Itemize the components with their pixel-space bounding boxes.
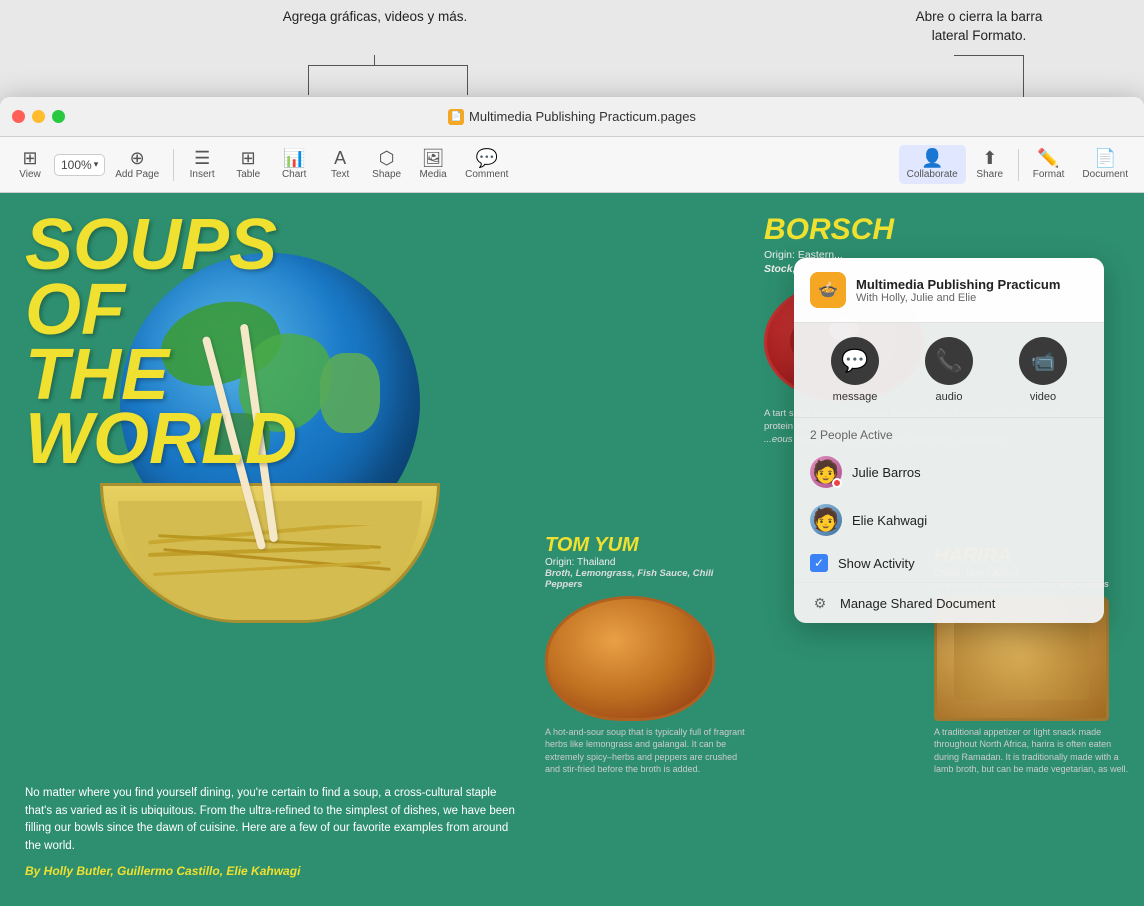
manage-doc-icon: ⚙ (810, 593, 830, 613)
shape-button[interactable]: ⬡ Shape (364, 145, 409, 184)
format-icon: ✏️ (1037, 149, 1059, 167)
minimize-button[interactable] (32, 110, 45, 123)
phone-icon: 📞 (935, 348, 962, 374)
show-activity-checkbox[interactable]: ✓ (810, 554, 828, 572)
popup-header: 🍲 Multimedia Publishing Practicum With H… (794, 258, 1104, 323)
share-icon: ⬆ (982, 149, 997, 167)
table-icon: ⊞ (241, 149, 256, 167)
main-title: SOUPS OF THE WORLD (25, 213, 297, 472)
audio-icon-circle: 📞 (925, 337, 973, 385)
audio-action[interactable]: 📞 audio (925, 337, 973, 403)
callout-line-up (374, 55, 375, 65)
manage-document-row[interactable]: ⚙ Manage Shared Document (794, 582, 1104, 623)
format-callout-line (1023, 55, 1024, 97)
titlebar: 📄 Multimedia Publishing Practicum.pages (0, 97, 1144, 137)
shape-icon: ⬡ (379, 149, 395, 167)
comment-icon: 💬 (476, 149, 498, 167)
callout-bracket-right (467, 65, 468, 95)
document-icon-tb: 📄 (1094, 149, 1116, 167)
separator-2 (1018, 149, 1019, 181)
format-callout: Abre o cierra la barralateral Formato. (869, 8, 1089, 46)
text-icon: A (334, 149, 346, 167)
people-active-title: 2 People Active (794, 418, 1104, 448)
tom-yum-bowl (545, 596, 715, 721)
elie-avatar: 🧑 (810, 504, 842, 536)
person-elie: 🧑 Elie Kahwagi (794, 496, 1104, 544)
separator-1 (173, 149, 174, 181)
popup-communication-actions: 💬 message 📞 audio 📹 video (794, 323, 1104, 418)
comment-button[interactable]: 💬 Comment (457, 145, 516, 184)
view-button[interactable]: ⊞ View (8, 145, 52, 184)
fullscreen-button[interactable] (52, 110, 65, 123)
callout-bracket-left (308, 65, 309, 95)
chevron-down-icon: ▾ (94, 159, 99, 170)
elie-avatar-wrap: 🧑 (810, 504, 842, 536)
document-icon: 📄 (448, 109, 464, 125)
share-button[interactable]: ⬆ Share (968, 145, 1012, 184)
video-icon-circle: 📹 (1019, 337, 1067, 385)
collaborate-popup: 🍲 Multimedia Publishing Practicum With H… (794, 258, 1104, 623)
document-canvas: SOUPS OF THE WORLD (0, 193, 1144, 906)
insert-button[interactable]: ☰ Insert (180, 145, 224, 184)
julie-avatar-wrap: 🧑 (810, 456, 842, 488)
window-title: 📄 Multimedia Publishing Practicum.pages (448, 109, 696, 125)
text-button[interactable]: A Text (318, 145, 362, 184)
media-icon: 🖼 (422, 149, 445, 167)
message-action[interactable]: 💬 message (831, 337, 879, 403)
media-button[interactable]: 🖼 Media (411, 145, 455, 184)
person-julie: 🧑 Julie Barros (794, 448, 1104, 496)
collaborate-button[interactable]: 👤 Collaborate (899, 145, 966, 184)
zoom-control[interactable]: 100% ▾ (54, 154, 105, 176)
document-button[interactable]: 📄 Document (1074, 145, 1136, 184)
tom-yum-section: TOM YUM Origin: Thailand Broth, Lemongra… (545, 534, 745, 776)
format-callout-hline (954, 55, 1024, 56)
message-icon: 💬 (841, 348, 868, 374)
chart-button[interactable]: 📊 Chart (272, 145, 316, 184)
table-button[interactable]: ⊞ Table (226, 145, 270, 184)
message-icon-circle: 💬 (831, 337, 879, 385)
video-action[interactable]: 📹 video (1019, 337, 1067, 403)
app-window: 📄 Multimedia Publishing Practicum.pages … (0, 97, 1144, 907)
add-page-icon: ⊕ (130, 149, 145, 167)
traffic-lights (12, 110, 65, 123)
view-icon: ⊞ (22, 149, 37, 167)
julie-online-indicator (832, 478, 842, 488)
video-icon: 📹 (1031, 349, 1056, 374)
toolbar: ⊞ View 100% ▾ ⊕ Add Page ☰ Insert ⊞ Tabl… (0, 137, 1144, 193)
multimedia-callout: Agrega gráficas, videos y más. (275, 8, 475, 27)
body-text-section: No matter where you find yourself dining… (25, 785, 525, 878)
insert-icon: ☰ (194, 149, 210, 167)
format-button[interactable]: ✏️ Format (1025, 145, 1073, 184)
add-page-button[interactable]: ⊕ Add Page (107, 145, 167, 184)
collaborate-icon: 👤 (921, 149, 943, 167)
close-button[interactable] (12, 110, 25, 123)
popup-doc-icon: 🍲 (810, 272, 846, 308)
callout-bracket-top (308, 65, 468, 66)
show-activity-row[interactable]: ✓ Show Activity (794, 544, 1104, 582)
chart-icon: 📊 (283, 149, 305, 167)
